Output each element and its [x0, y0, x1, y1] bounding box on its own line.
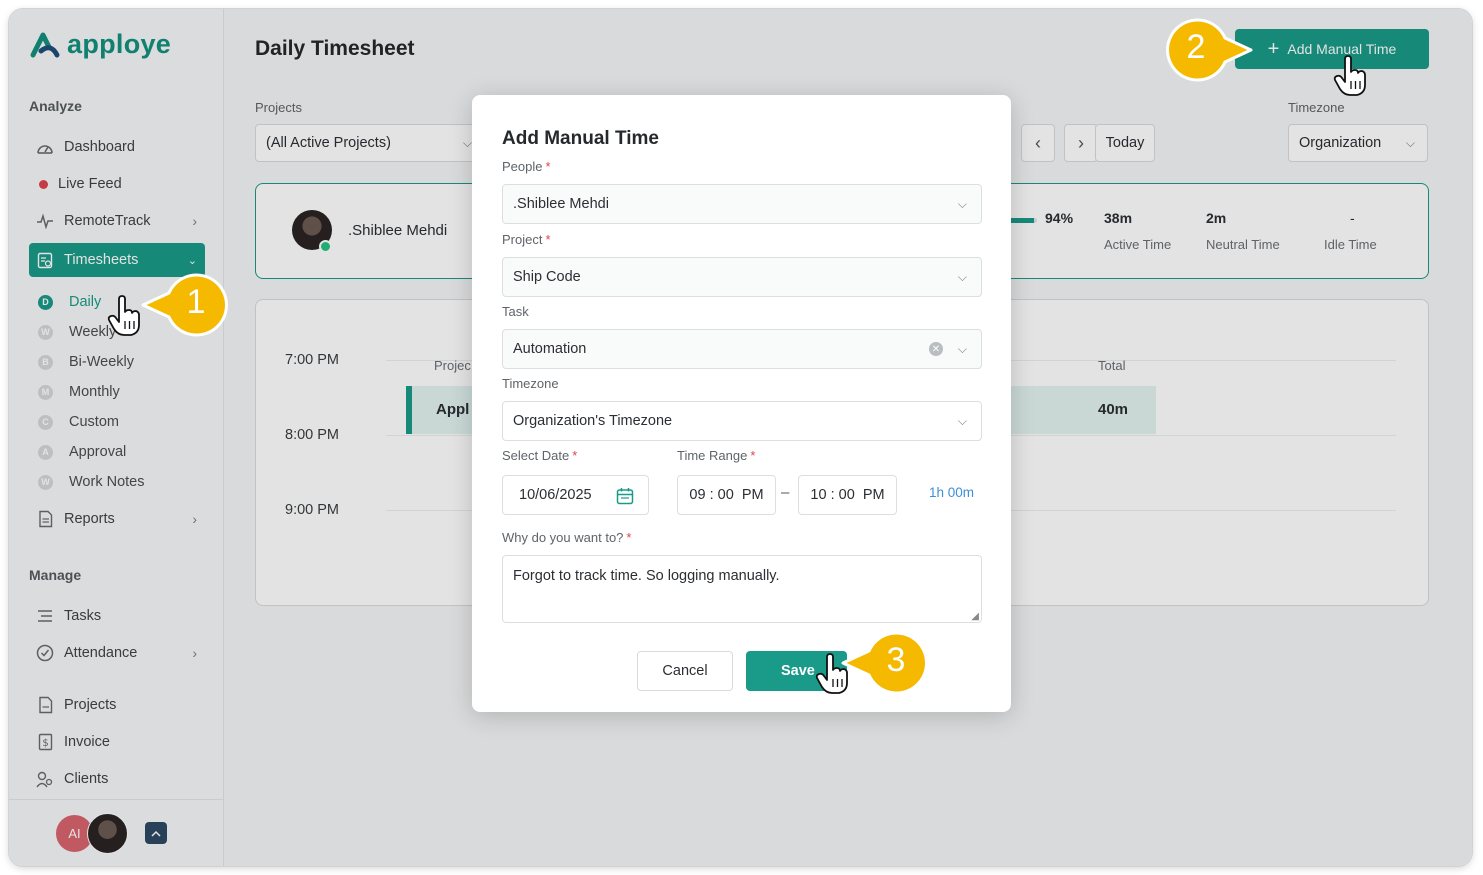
project-label: Project * — [502, 232, 551, 247]
project-select-value: Ship Code — [513, 269, 581, 285]
resize-handle-icon[interactable]: ◢ — [971, 611, 979, 622]
timezone-select-value: Organization's Timezone — [513, 413, 673, 429]
task-label: Task — [502, 304, 529, 319]
callout-1-number: 1 — [186, 283, 206, 321]
start-time-value: 09 : 00 PM — [689, 487, 764, 503]
chevron-down-icon: ⌵ — [957, 196, 967, 211]
modal-title: Add Manual Time — [502, 128, 659, 149]
end-time-value: 10 : 00 PM — [810, 487, 885, 503]
people-select-value: .Shiblee Mehdi — [513, 196, 609, 212]
cancel-button[interactable]: Cancel — [637, 651, 733, 691]
callout-3-number: 3 — [886, 641, 906, 679]
people-select[interactable]: .Shiblee Mehdi ⌵ — [502, 184, 982, 224]
timezone-label: Timezone — [502, 376, 559, 391]
date-input[interactable]: 10/06/2025 — [502, 475, 649, 515]
cancel-label: Cancel — [662, 663, 708, 679]
reason-textarea[interactable]: Forgot to track time. So logging manuall… — [502, 555, 982, 623]
app-window: apploye Analyze Dashboard Live Feed Remo… — [9, 9, 1472, 866]
date-input-value: 10/06/2025 — [519, 487, 592, 503]
chevron-down-icon: ⌵ — [957, 269, 967, 284]
task-select[interactable]: Automation ✕ ⌵ — [502, 329, 982, 369]
chevron-down-icon: ⌵ — [957, 413, 967, 428]
calendar-icon[interactable] — [616, 487, 634, 505]
hand-cursor-icon — [1333, 55, 1366, 96]
task-select-value: Automation — [513, 341, 587, 357]
start-time-input[interactable]: 09 : 00 PM — [677, 475, 776, 515]
select-date-label: Select Date * — [502, 448, 578, 463]
end-time-input[interactable]: 10 : 00 PM — [798, 475, 897, 515]
add-manual-time-modal: Add Manual Time People * .Shiblee Mehdi ⌵… — [472, 95, 1011, 712]
reason-label: Why do you want to? * — [502, 530, 632, 545]
clear-task-icon[interactable]: ✕ — [929, 342, 943, 356]
callout-2-number: 2 — [1186, 28, 1206, 66]
save-label: Save — [781, 663, 815, 679]
time-range-separator: – — [781, 484, 790, 501]
hand-cursor-icon — [815, 653, 848, 694]
people-label: People * — [502, 159, 551, 174]
hand-cursor-icon — [107, 295, 140, 336]
reason-text: Forgot to track time. So logging manuall… — [513, 568, 780, 584]
duration-text: 1h 00m — [929, 485, 975, 500]
timezone-select[interactable]: Organization's Timezone ⌵ — [502, 401, 982, 441]
project-select[interactable]: Ship Code ⌵ — [502, 257, 982, 297]
time-range-label: Time Range * — [677, 448, 756, 463]
chevron-down-icon: ⌵ — [957, 341, 967, 356]
